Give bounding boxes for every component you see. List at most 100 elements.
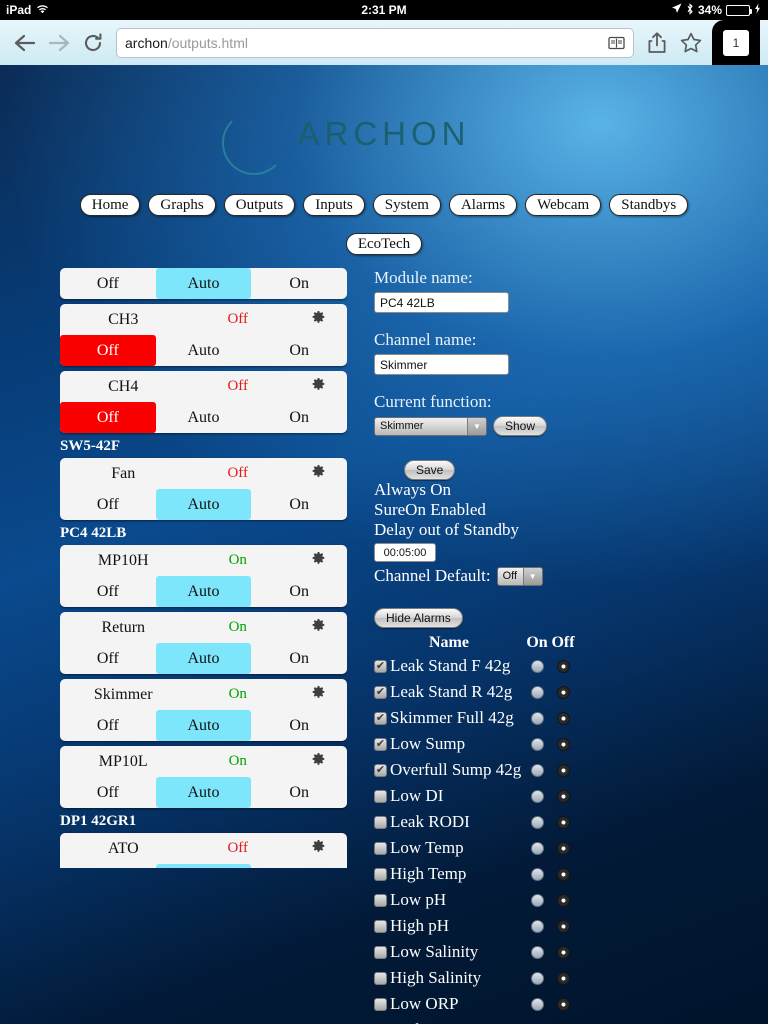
gear-icon[interactable]	[295, 377, 341, 397]
alarm-on-radio[interactable]	[524, 815, 550, 829]
alarm-enable-checkbox[interactable]	[374, 841, 388, 855]
channel-mode-auto-button[interactable]: Auto	[155, 864, 252, 868]
alarm-on-radio[interactable]	[524, 841, 550, 855]
nav-item-inputs[interactable]: Inputs	[303, 194, 365, 216]
alarm-off-radio[interactable]	[550, 919, 576, 933]
channel-mode-off-button[interactable]: Off	[60, 402, 156, 433]
show-button[interactable]: Show	[493, 416, 548, 436]
delay-out-of-standby-input[interactable]: 00:05:00	[374, 543, 436, 562]
alarm-enable-checkbox[interactable]	[374, 945, 388, 959]
nav-item-outputs[interactable]: Outputs	[223, 194, 296, 216]
back-arrow-icon[interactable]	[8, 26, 42, 60]
channel-mode-on-button[interactable]: On	[251, 402, 347, 433]
channel-mode-auto-button[interactable]: Auto	[155, 643, 252, 674]
alarm-on-radio[interactable]	[524, 789, 550, 803]
reload-icon[interactable]	[76, 26, 110, 60]
alarm-enable-checkbox[interactable]	[374, 789, 388, 803]
alarm-enable-checkbox[interactable]	[374, 893, 388, 907]
channel-mode-on-button[interactable]: On	[251, 268, 347, 299]
gear-icon[interactable]	[295, 839, 341, 859]
channel-mode-off-button[interactable]: Off	[60, 489, 156, 520]
alarm-off-radio[interactable]	[550, 997, 576, 1011]
alarm-on-radio[interactable]	[524, 971, 550, 985]
gear-icon[interactable]	[295, 310, 341, 330]
alarm-enable-checkbox[interactable]: ✔	[374, 659, 388, 673]
channel-mode-on-button[interactable]: On	[251, 489, 347, 520]
channel-mode-on-button[interactable]: On	[251, 643, 347, 674]
channel-mode-on-button[interactable]: On	[251, 710, 347, 741]
alarm-on-radio[interactable]	[524, 893, 550, 907]
alarm-on-radio[interactable]	[524, 919, 550, 933]
alarm-enable-checkbox[interactable]	[374, 815, 388, 829]
alarm-on-radio[interactable]	[524, 737, 550, 751]
alarm-off-radio[interactable]	[550, 737, 576, 751]
channel-mode-on-button[interactable]: On	[251, 576, 347, 607]
nav-item-standbys[interactable]: Standbys	[609, 194, 689, 216]
channel-mode-auto-button[interactable]: Auto	[155, 268, 252, 299]
alarm-enable-checkbox[interactable]: ✔	[374, 737, 388, 751]
alarm-off-radio[interactable]	[550, 789, 576, 803]
alarm-off-radio[interactable]	[550, 945, 576, 959]
alarm-enable-checkbox[interactable]: ✔	[374, 711, 388, 725]
channel-mode-off-button[interactable]: Off	[60, 576, 156, 607]
gear-icon[interactable]	[295, 685, 341, 705]
alarm-off-radio[interactable]	[550, 685, 576, 699]
forward-arrow-icon[interactable]	[42, 26, 76, 60]
channel-mode-auto-button[interactable]: Auto	[156, 335, 252, 366]
alarm-on-radio[interactable]	[524, 685, 550, 699]
alarm-on-radio[interactable]	[524, 659, 550, 673]
share-icon[interactable]	[640, 26, 674, 60]
nav-item-ecotech[interactable]: EcoTech	[345, 233, 423, 255]
reader-view-icon[interactable]	[608, 36, 625, 50]
alarm-off-radio[interactable]	[550, 659, 576, 673]
channel-mode-off-button[interactable]: Off	[60, 643, 156, 674]
alarm-off-radio[interactable]	[550, 841, 576, 855]
nav-item-alarms[interactable]: Alarms	[448, 194, 518, 216]
channel-mode-auto-button[interactable]: Auto	[155, 710, 252, 741]
alarm-enable-checkbox[interactable]	[374, 997, 388, 1011]
alarm-on-radio[interactable]	[524, 711, 550, 725]
nav-item-webcam[interactable]: Webcam	[525, 194, 602, 216]
alarm-off-radio[interactable]	[550, 763, 576, 777]
channel-mode-auto-button[interactable]: Auto	[155, 777, 252, 808]
module-name-input[interactable]: PC4 42LB	[374, 292, 509, 313]
nav-item-graphs[interactable]: Graphs	[148, 194, 216, 216]
alarm-off-radio[interactable]	[550, 815, 576, 829]
channel-mode-off-button[interactable]: Off	[60, 864, 156, 868]
channel-mode-on-button[interactable]: On	[251, 335, 347, 366]
alarm-on-radio[interactable]	[524, 867, 550, 881]
hide-alarms-button[interactable]: Hide Alarms	[374, 608, 463, 628]
address-bar[interactable]: archon/outputs.html	[116, 27, 634, 58]
alarm-on-radio[interactable]	[524, 763, 550, 777]
star-icon[interactable]	[674, 26, 708, 60]
channel-mode-on-button[interactable]: On	[251, 777, 347, 808]
alarm-enable-checkbox[interactable]	[374, 867, 388, 881]
channel-mode-auto-button[interactable]: Auto	[155, 576, 252, 607]
channel-mode-on-button[interactable]: On	[251, 864, 347, 868]
alarm-enable-checkbox[interactable]	[374, 971, 388, 985]
channel-default-select[interactable]: Off ▼	[496, 566, 543, 586]
save-button[interactable]: Save	[404, 460, 456, 480]
alarm-enable-checkbox[interactable]: ✔	[374, 763, 388, 777]
channel-name-input[interactable]: Skimmer	[374, 354, 509, 375]
alarm-on-radio[interactable]	[524, 997, 550, 1011]
gear-icon[interactable]	[295, 551, 341, 571]
channel-mode-auto-button[interactable]: Auto	[156, 402, 252, 433]
gear-icon[interactable]	[295, 618, 341, 638]
channel-mode-auto-button[interactable]: Auto	[155, 489, 252, 520]
nav-item-system[interactable]: System	[372, 194, 441, 216]
alarm-off-radio[interactable]	[550, 893, 576, 907]
channel-mode-off-button[interactable]: Off	[60, 710, 156, 741]
alarm-off-radio[interactable]	[550, 971, 576, 985]
channel-mode-off-button[interactable]: Off	[60, 268, 156, 299]
gear-icon[interactable]	[295, 464, 341, 484]
alarm-enable-checkbox[interactable]	[374, 919, 388, 933]
channel-mode-off-button[interactable]: Off	[60, 335, 156, 366]
alarm-on-radio[interactable]	[524, 945, 550, 959]
current-function-select[interactable]: Skimmer ▼	[374, 416, 487, 436]
tab-switcher[interactable]: 1	[712, 20, 760, 65]
nav-item-home[interactable]: Home	[79, 194, 141, 216]
alarm-off-radio[interactable]	[550, 711, 576, 725]
alarm-off-radio[interactable]	[550, 867, 576, 881]
channel-mode-off-button[interactable]: Off	[60, 777, 156, 808]
